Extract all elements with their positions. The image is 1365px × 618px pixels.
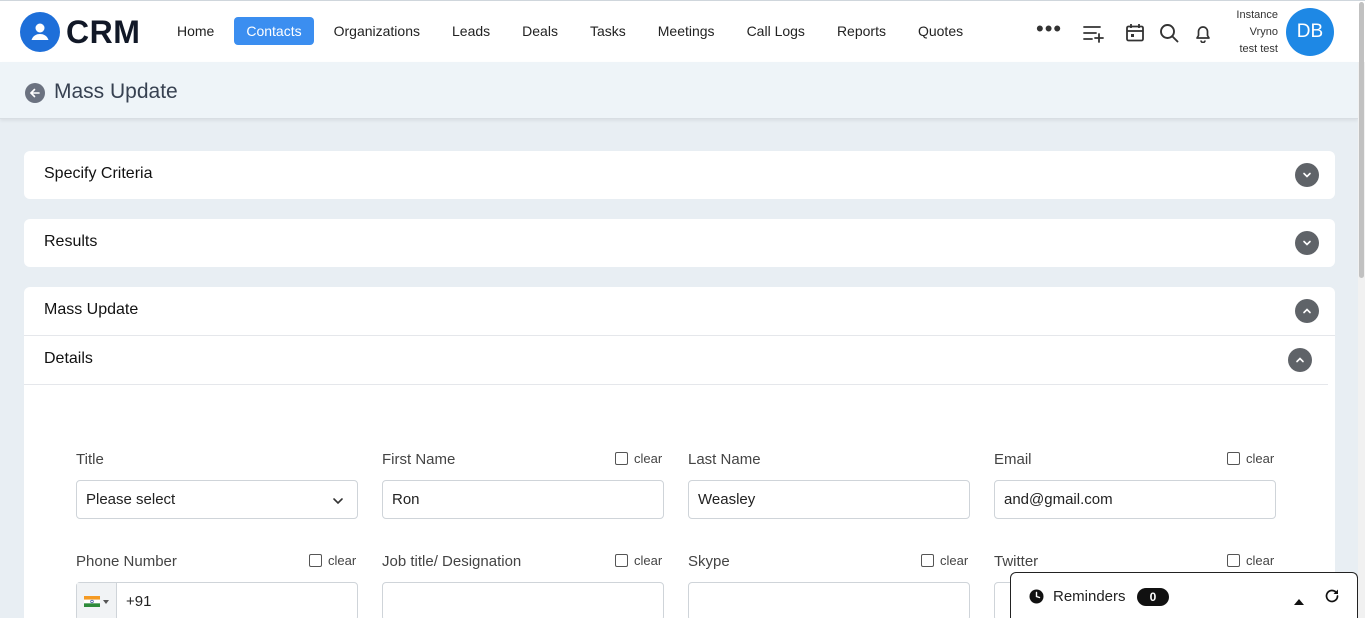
phone-label: Phone Number [76, 553, 177, 570]
last-name-label: Last Name [688, 451, 761, 468]
title-select-value: Please select [86, 491, 176, 508]
first-name-value: Ron [392, 491, 420, 508]
job-title-input[interactable] [382, 582, 664, 618]
bell-icon[interactable] [1191, 21, 1215, 45]
add-list-icon[interactable] [1081, 21, 1105, 45]
title-label: Title [76, 451, 104, 468]
first-name-clear[interactable]: clear [615, 451, 662, 466]
refresh-icon[interactable] [1324, 588, 1340, 609]
clear-checkbox[interactable] [615, 554, 628, 567]
mass-update-section: Mass Update Details Title Please select … [24, 287, 1335, 618]
specify-criteria-section[interactable]: Specify Criteria [24, 151, 1335, 199]
nav-tasks[interactable]: Tasks [578, 17, 638, 45]
twitter-label: Twitter [994, 553, 1039, 570]
phone-value: +91 [126, 593, 152, 610]
calendar-icon[interactable] [1123, 21, 1147, 45]
phone-input[interactable]: +91 [76, 582, 358, 618]
nav-leads[interactable]: Leads [440, 17, 502, 45]
nav-home[interactable]: Home [165, 17, 226, 45]
caret-down-icon [103, 599, 109, 604]
first-name-input[interactable]: Ron [382, 480, 664, 519]
country-flag-selector[interactable] [77, 583, 117, 618]
avatar[interactable]: DB [1286, 8, 1334, 56]
phone-clear[interactable]: clear [309, 553, 356, 568]
skype-input[interactable] [688, 582, 970, 618]
reminders-label: Reminders [1053, 588, 1126, 605]
skype-label: Skype [688, 553, 730, 570]
section-title-criteria: Specify Criteria [44, 165, 153, 182]
clear-checkbox[interactable] [615, 452, 628, 465]
page-title: Mass Update [54, 80, 178, 103]
email-label: Email [994, 451, 1032, 468]
clear-checkbox[interactable] [921, 554, 934, 567]
nav-meetings[interactable]: Meetings [646, 17, 727, 45]
divider [24, 384, 1328, 385]
nav-deals[interactable]: Deals [510, 17, 570, 45]
chevron-down-icon [331, 494, 345, 512]
top-navbar: CRM Home Contacts Organizations Leads De… [0, 0, 1365, 62]
logo-text: CRM [66, 13, 141, 50]
clear-label: clear [634, 451, 663, 466]
reminders-panel[interactable]: Reminders 0 [1010, 572, 1358, 618]
nav-contacts[interactable]: Contacts [234, 17, 314, 45]
scrollbar-thumb[interactable] [1359, 2, 1364, 278]
search-icon[interactable] [1157, 21, 1181, 45]
reminders-count-badge: 0 [1137, 588, 1169, 606]
clock-icon [1029, 589, 1044, 609]
page-header: Mass Update [0, 62, 1358, 119]
clear-label: clear [328, 553, 357, 568]
clear-label: clear [1246, 451, 1275, 466]
job-title-label: Job title/ Designation [382, 553, 522, 570]
nav-organizations[interactable]: Organizations [322, 17, 432, 45]
last-name-input[interactable]: Weasley [688, 480, 970, 519]
chevron-down-icon[interactable] [1295, 163, 1319, 187]
job-title-clear[interactable]: clear [615, 553, 662, 568]
chevron-up-icon[interactable] [1288, 348, 1312, 372]
first-name-label: First Name [382, 451, 456, 468]
more-menu-icon[interactable]: ••• [1036, 18, 1062, 40]
skype-clear[interactable]: clear [921, 553, 968, 568]
user-line-1: Instance [1236, 9, 1278, 21]
clear-checkbox[interactable] [1227, 554, 1240, 567]
nav-call-logs[interactable]: Call Logs [735, 17, 817, 45]
nav-reports[interactable]: Reports [825, 17, 898, 45]
clear-label: clear [634, 553, 663, 568]
section-title-mass-update: Mass Update [44, 301, 139, 318]
user-circle-icon [20, 12, 60, 52]
back-arrow-icon[interactable] [25, 83, 45, 103]
section-title-details: Details [44, 350, 93, 367]
main-nav: Home Contacts Organizations Leads Deals … [165, 17, 983, 45]
clear-checkbox[interactable] [309, 554, 322, 567]
results-section[interactable]: Results [24, 219, 1335, 267]
india-flag-icon [84, 596, 100, 607]
app-logo[interactable]: CRM [20, 12, 140, 52]
section-title-results: Results [44, 233, 98, 250]
caret-up-icon[interactable] [1294, 592, 1304, 610]
clear-label: clear [1246, 553, 1275, 568]
chevron-down-icon[interactable] [1295, 231, 1319, 255]
last-name-value: Weasley [698, 491, 756, 508]
nav-quotes[interactable]: Quotes [906, 17, 975, 45]
user-line-3: test test [1239, 43, 1278, 55]
title-select[interactable]: Please select [76, 480, 358, 519]
email-clear[interactable]: clear [1227, 451, 1274, 466]
chevron-up-icon[interactable] [1295, 299, 1319, 323]
email-value: and@gmail.com [1004, 491, 1113, 508]
clear-checkbox[interactable] [1227, 452, 1240, 465]
user-line-2: Vryno [1249, 26, 1278, 38]
twitter-clear[interactable]: clear [1227, 553, 1274, 568]
user-info: Instance Vryno test test [1214, 7, 1278, 58]
email-field[interactable]: and@gmail.com [994, 480, 1276, 519]
clear-label: clear [940, 553, 969, 568]
divider [24, 335, 1335, 336]
